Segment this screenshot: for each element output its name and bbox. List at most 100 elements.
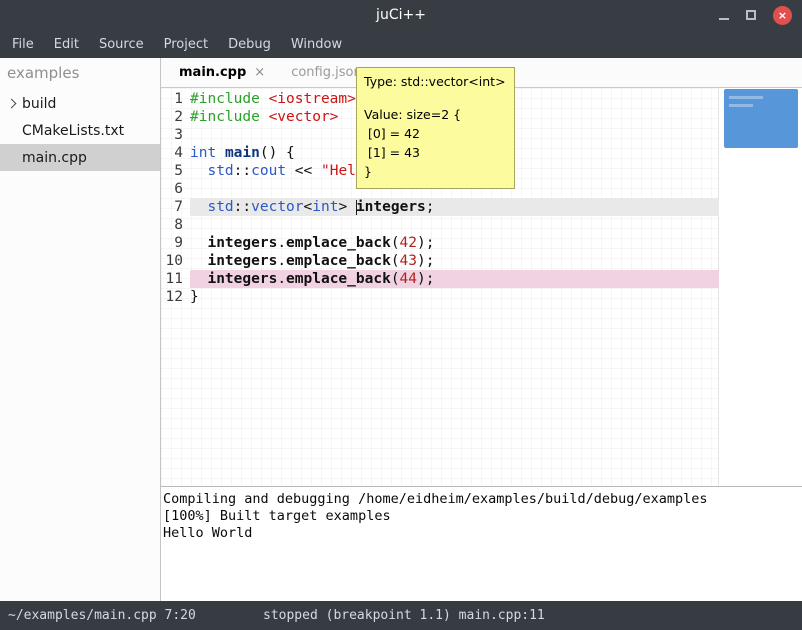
menu-item-source[interactable]: Source <box>89 32 154 57</box>
code-token: < <box>304 199 313 215</box>
code-token: int <box>312 199 338 215</box>
code-token: ); <box>417 235 434 251</box>
tooltip-value-line: [1] = 43 <box>364 143 506 162</box>
code-token: #include <box>190 109 260 125</box>
code-token: ( <box>391 271 400 287</box>
tree-item-build[interactable]: build <box>0 90 160 117</box>
output-line: Hello World <box>163 525 802 542</box>
titlebar: juCi++ × <box>0 0 802 30</box>
code-line-8[interactable] <box>190 216 719 234</box>
code-token: . <box>277 235 286 251</box>
code-token: ; <box>426 199 435 215</box>
code-token <box>260 91 269 107</box>
code-token: 43 <box>400 253 417 269</box>
code-token: 42 <box>400 235 417 251</box>
file-explorer: examples build CMakeLists.txt main.cpp <box>0 58 161 601</box>
line-number: 1 <box>161 90 183 108</box>
code-token: ); <box>417 271 434 287</box>
tree-item-main-cpp[interactable]: main.cpp <box>0 144 160 171</box>
code-token: :: <box>234 163 251 179</box>
line-number: 2 <box>161 108 183 126</box>
code-token <box>260 109 269 125</box>
chevron-right-icon <box>7 100 22 107</box>
code-token: () { <box>260 145 295 161</box>
code-token: integers <box>207 253 277 269</box>
code-token <box>190 163 207 179</box>
code-token <box>216 145 225 161</box>
output-line: [100%] Built target examples <box>163 508 802 525</box>
tree-item-cmakelists-txt[interactable]: CMakeLists.txt <box>0 117 160 144</box>
code-token: vector <box>251 199 303 215</box>
code-token: << <box>286 163 321 179</box>
code-line-10[interactable]: integers.emplace_back(43); <box>190 252 719 270</box>
project-name: examples <box>0 58 160 90</box>
tab-close-icon[interactable]: × <box>254 65 265 80</box>
tab-label: main.cpp <box>179 65 246 80</box>
output-panel[interactable]: Compiling and debugging /home/eidheim/ex… <box>161 486 802 601</box>
code-token: <vector> <box>269 109 339 125</box>
code-token: > <box>338 199 355 215</box>
menu-item-project[interactable]: Project <box>154 32 218 57</box>
tab-label: config.json <box>291 65 362 80</box>
line-number: 9 <box>161 234 183 252</box>
menu-item-edit[interactable]: Edit <box>44 32 89 57</box>
code-token: ( <box>391 235 400 251</box>
line-number: 11 <box>161 270 183 288</box>
close-button[interactable]: × <box>773 6 792 25</box>
code-token: int <box>190 145 216 161</box>
code-token: ); <box>417 253 434 269</box>
code-token: emplace_back <box>286 253 391 269</box>
minimize-button[interactable] <box>719 10 729 20</box>
statusbar: ~/examples/main.cpp 7:20 stopped (breakp… <box>0 601 802 630</box>
code-token: integers <box>207 235 277 251</box>
scroll-overview[interactable] <box>724 89 798 148</box>
juci-window: juCi++ × FileEditSourceProjectDebugWindo… <box>0 0 802 630</box>
line-number: 6 <box>161 180 183 198</box>
window-title: juCi++ <box>376 7 426 23</box>
code-token: . <box>277 253 286 269</box>
maximize-button[interactable] <box>746 10 756 20</box>
window-controls: × <box>719 0 792 30</box>
tooltip-value-line: Value: size=2 { <box>364 105 506 124</box>
line-number: 8 <box>161 216 183 234</box>
code-token: integers <box>356 199 426 215</box>
tab-main-cpp[interactable]: main.cpp × <box>169 58 275 87</box>
code-token: main <box>225 145 260 161</box>
code-token: . <box>277 271 286 287</box>
code-token <box>190 235 207 251</box>
file-tree: build CMakeLists.txt main.cpp <box>0 90 160 171</box>
code-token <box>190 253 207 269</box>
line-number: 4 <box>161 144 183 162</box>
code-line-11[interactable]: integers.emplace_back(44); <box>190 270 719 288</box>
status-debug-state: stopped (breakpoint 1.1) main.cpp:11 <box>263 608 545 623</box>
chevron-shape <box>7 99 17 109</box>
line-number: 10 <box>161 252 183 270</box>
code-line-9[interactable]: integers.emplace_back(42); <box>190 234 719 252</box>
line-number: 5 <box>161 162 183 180</box>
code-token: :: <box>234 199 251 215</box>
gutter[interactable]: 123456789101112 <box>161 88 190 486</box>
debug-value-tooltip: Type: std::vector<int> Value: size=2 { [… <box>356 67 515 189</box>
overview-mark <box>729 96 763 99</box>
code-token <box>190 271 207 287</box>
menu-item-window[interactable]: Window <box>281 32 352 57</box>
code-token: std <box>207 199 233 215</box>
tree-item-label: build <box>22 96 56 112</box>
code-token: std <box>207 163 233 179</box>
line-number: 7 <box>161 198 183 216</box>
code-token: 44 <box>400 271 417 287</box>
tree-item-label: main.cpp <box>22 150 87 166</box>
menu-item-file[interactable]: File <box>2 32 44 57</box>
menubar: FileEditSourceProjectDebugWindow <box>0 30 802 58</box>
code-token: } <box>190 289 199 305</box>
line-number: 3 <box>161 126 183 144</box>
status-file-position: ~/examples/main.cpp 7:20 <box>8 608 196 623</box>
code-line-7[interactable]: std::vector<int> integers; <box>190 198 719 216</box>
line-number: 12 <box>161 288 183 306</box>
code-token: cout <box>251 163 286 179</box>
code-token: integers <box>207 271 277 287</box>
code-line-12[interactable]: } <box>190 288 719 306</box>
menu-item-debug[interactable]: Debug <box>218 32 281 57</box>
overview-mark <box>729 104 753 107</box>
tooltip-type-line: Type: std::vector<int> <box>364 74 506 90</box>
